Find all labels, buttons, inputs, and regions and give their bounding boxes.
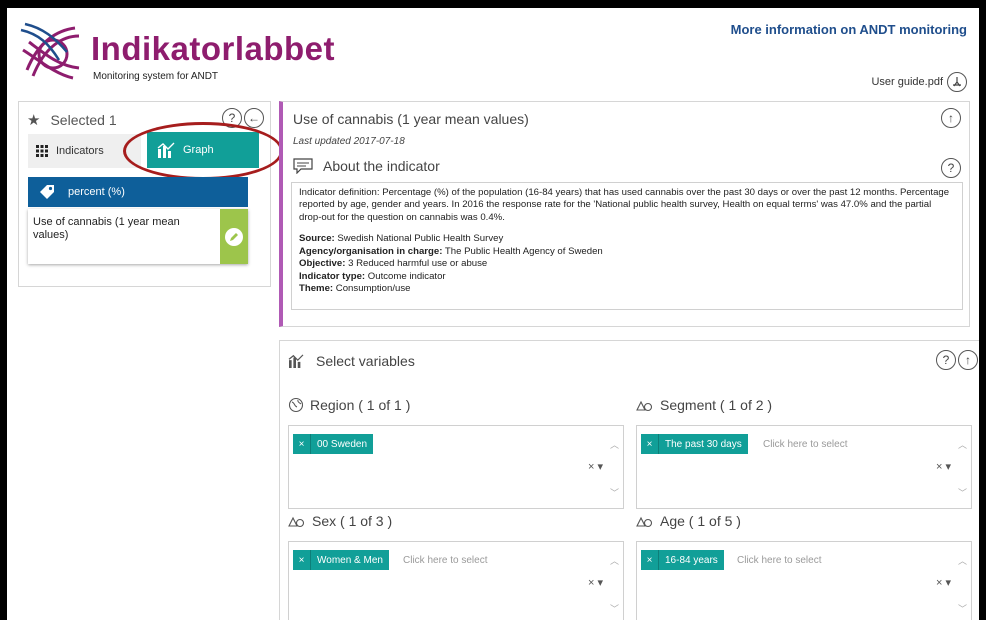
clear-dropdown-icon[interactable]: × ▾ — [936, 460, 951, 473]
shapes-icon — [288, 516, 305, 528]
scroll-down-icon[interactable]: ﹀ — [610, 602, 619, 615]
shapes-icon — [636, 516, 653, 528]
select-placeholder[interactable]: Click here to select — [737, 555, 821, 566]
select-placeholder[interactable]: Click here to select — [403, 555, 487, 566]
grid-icon — [36, 145, 48, 157]
tab-graph[interactable]: Graph — [147, 132, 259, 168]
age-select[interactable]: × 16-84 years Click here to select × ▾ ︿… — [636, 541, 972, 620]
definition-box: Indicator definition: Percentage (%) of … — [291, 182, 963, 310]
meta-source: Source: Swedish National Public Health S… — [299, 233, 504, 245]
tag-icon — [40, 185, 54, 199]
unit-badge[interactable]: percent (%) — [28, 177, 248, 207]
last-updated: Last updated 2017-07-18 — [293, 136, 405, 147]
tab-indicators-label: Indicators — [56, 145, 104, 157]
user-guide-link[interactable]: User guide.pdf — [871, 72, 967, 92]
scroll-down-icon[interactable]: ﹀ — [610, 486, 619, 499]
segment-select[interactable]: × The past 30 days Click here to select … — [636, 425, 972, 509]
selected-header: ★ Selected 1 — [27, 111, 117, 129]
help-icon[interactable]: ? — [941, 158, 961, 178]
sex-label: Sex ( 1 of 3 ) — [288, 511, 624, 531]
sex-select[interactable]: × Women & Men Click here to select × ▾ ︿… — [288, 541, 624, 620]
variable-group-region: Region ( 1 of 1 ) × 00 Sweden × ▾ ︿ ﹀ — [288, 395, 624, 509]
scroll-up-icon[interactable]: ︿ — [610, 554, 619, 567]
selected-chip[interactable]: × The past 30 days — [641, 434, 748, 454]
region-select[interactable]: × 00 Sweden × ▾ ︿ ﹀ — [288, 425, 624, 509]
logo-title: Indikatorlabbet — [91, 30, 336, 67]
scroll-up-icon[interactable]: ︿ — [958, 438, 967, 451]
pencil-icon — [225, 227, 243, 246]
scroll-up-icon[interactable]: ︿ — [610, 438, 619, 451]
bar-chart-icon — [288, 354, 304, 368]
edit-button[interactable] — [220, 209, 248, 264]
comment-icon — [293, 158, 313, 174]
age-label: Age ( 1 of 5 ) — [636, 511, 972, 531]
select-placeholder[interactable]: Click here to select — [763, 439, 847, 450]
meta-objective: Objective: 3 Reduced harmful use or abus… — [299, 258, 488, 270]
help-icon[interactable]: ? — [222, 108, 242, 128]
indicator-title: Use of cannabis (1 year mean values) — [293, 111, 529, 127]
about-header: About the indicator — [293, 158, 440, 174]
shapes-icon — [636, 400, 653, 412]
selected-chip[interactable]: × Women & Men — [293, 550, 389, 570]
indicator-panel: Use of cannabis (1 year mean values) ↑ L… — [279, 101, 970, 327]
bar-chart-icon — [157, 142, 175, 158]
selected-indicator-label: Use of cannabis (1 year mean values) — [33, 216, 180, 242]
star-icon: ★ — [27, 112, 41, 129]
remove-chip-icon[interactable]: × — [641, 434, 659, 454]
selected-title: Selected 1 — [50, 112, 117, 128]
scroll-down-icon[interactable]: ﹀ — [958, 486, 967, 499]
remove-chip-icon[interactable]: × — [293, 434, 311, 454]
globe-icon — [288, 397, 304, 413]
selected-chip[interactable]: × 16-84 years — [641, 550, 724, 570]
app-frame: Indikatorlabbet Monitoring system for AN… — [7, 8, 979, 620]
clear-dropdown-icon[interactable]: × ▾ — [588, 576, 603, 589]
remove-chip-icon[interactable]: × — [641, 550, 659, 570]
back-arrow-icon[interactable]: ← — [244, 108, 264, 128]
selected-indicator-card[interactable]: Use of cannabis (1 year mean values) — [28, 209, 248, 264]
more-info-link[interactable]: More information on ANDT monitoring — [731, 22, 967, 37]
variable-group-sex: Sex ( 1 of 3 ) × Women & Men Click here … — [288, 511, 624, 620]
about-title: About the indicator — [323, 158, 440, 174]
selected-panel: ★ Selected 1 ? ← Indicators Graph percen… — [18, 101, 283, 287]
clear-dropdown-icon[interactable]: × ▾ — [588, 460, 603, 473]
logo-subtitle: Monitoring system for ANDT — [93, 71, 219, 82]
variable-group-segment: Segment ( 1 of 2 ) × The past 30 days Cl… — [636, 395, 972, 509]
collapse-up-icon[interactable]: ↑ — [941, 108, 961, 128]
definition-text: Indicator definition: Percentage (%) of … — [299, 187, 950, 223]
segment-label: Segment ( 1 of 2 ) — [636, 395, 972, 415]
variable-group-age: Age ( 1 of 5 ) × 16-84 years Click here … — [636, 511, 972, 620]
help-icon[interactable]: ? — [936, 350, 956, 370]
unit-label: percent (%) — [68, 186, 125, 198]
pdf-icon[interactable] — [947, 72, 967, 92]
collapse-up-icon[interactable]: ↑ — [958, 350, 978, 370]
region-label: Region ( 1 of 1 ) — [288, 395, 624, 415]
variables-title: Select variables — [316, 353, 415, 369]
meta-type: Indicator type: Outcome indicator — [299, 270, 446, 282]
variables-panel: Select variables ? ↑ Region ( 1 of 1 ) ×… — [279, 340, 979, 620]
variables-header: Select variables — [288, 353, 415, 369]
selected-chip[interactable]: × 00 Sweden — [293, 434, 374, 454]
logo-icon — [20, 22, 80, 80]
scroll-down-icon[interactable]: ﹀ — [958, 602, 967, 615]
tab-graph-label: Graph — [183, 144, 214, 156]
scroll-up-icon[interactable]: ︿ — [958, 554, 967, 567]
clear-dropdown-icon[interactable]: × ▾ — [936, 576, 951, 589]
meta-agency: Agency/organisation in charge: The Publi… — [299, 245, 603, 257]
remove-chip-icon[interactable]: × — [293, 550, 311, 570]
meta-theme: Theme: Consumption/use — [299, 283, 411, 295]
user-guide-label: User guide.pdf — [871, 76, 943, 88]
tab-indicators[interactable]: Indicators — [28, 134, 141, 168]
